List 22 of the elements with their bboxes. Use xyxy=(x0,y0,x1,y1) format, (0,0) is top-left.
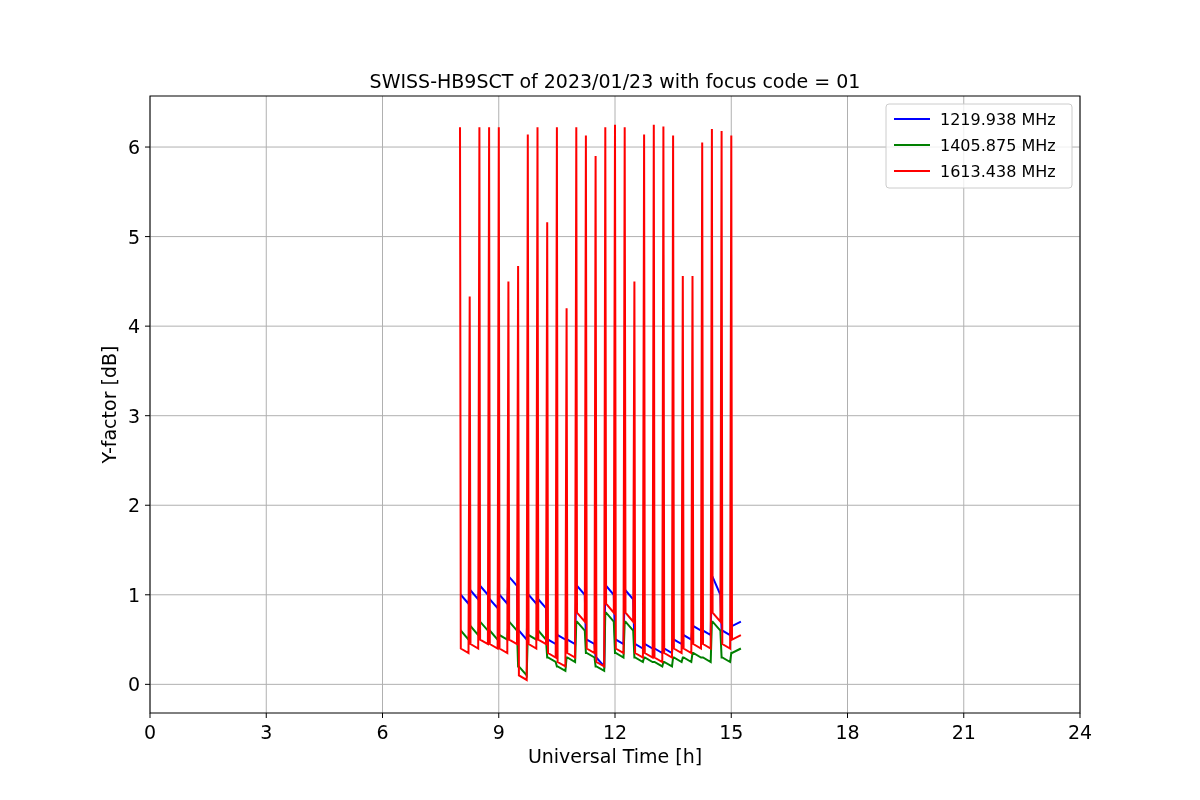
tick-label: 1 xyxy=(127,583,140,606)
axis-label: Y-factor [dB] xyxy=(98,345,120,464)
tick-label: 6 xyxy=(127,136,140,159)
tick-label: 6 xyxy=(376,721,389,743)
legend-label: 1219.938 MHz xyxy=(940,110,1056,129)
tick-label: 21 xyxy=(951,721,976,743)
tick-label: 4 xyxy=(127,315,140,338)
legend-label: 1405.875 MHz xyxy=(940,136,1056,155)
legend-label: 1613.438 MHz xyxy=(940,162,1056,181)
tick-label: 3 xyxy=(260,721,273,743)
tick-label: 0 xyxy=(143,721,157,743)
tick-label: 18 xyxy=(835,721,860,743)
chart-title: SWISS-HB9SCT of 2023/01/23 with focus code = 01 xyxy=(369,70,861,92)
tick-label: 5 xyxy=(127,225,140,248)
tick-label: 9 xyxy=(492,721,505,743)
tick-label: 0 xyxy=(127,673,140,696)
tick-label: 15 xyxy=(719,721,744,743)
tick-label: 12 xyxy=(602,721,628,743)
tick-label: 24 xyxy=(1067,721,1093,743)
axis-label: Universal Time [h] xyxy=(527,745,703,767)
tick-label: 3 xyxy=(127,404,140,427)
tick-label: 2 xyxy=(127,494,140,517)
